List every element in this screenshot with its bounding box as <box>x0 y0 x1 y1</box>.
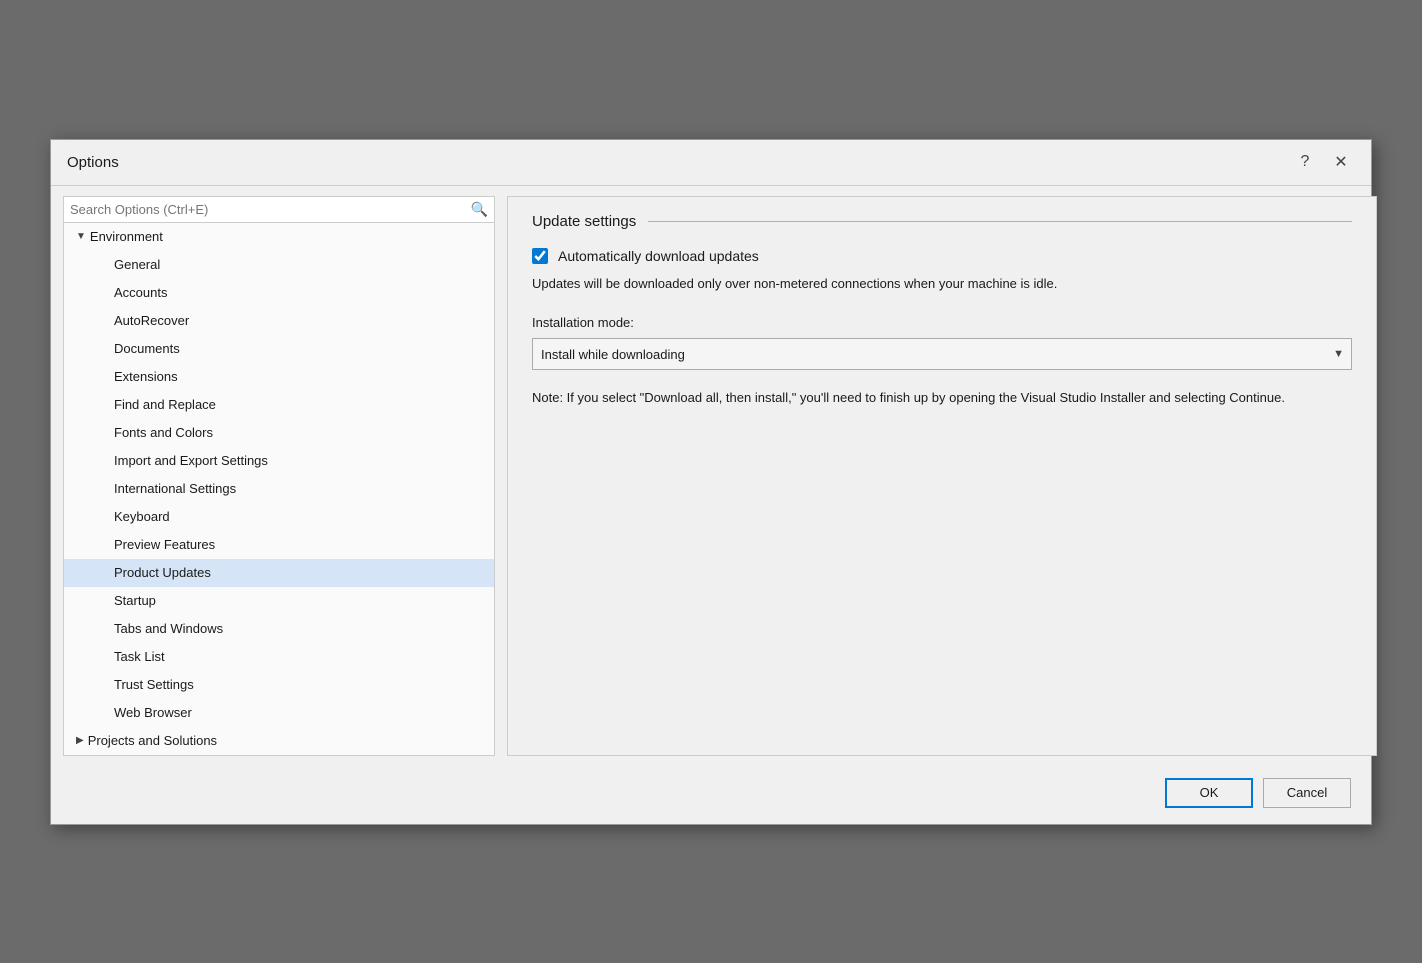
titlebar: Options ? ✕ <box>51 140 1371 186</box>
tree-arrow-environment: ▼ <box>76 231 86 242</box>
tree-item-keyboard[interactable]: Keyboard <box>64 503 494 531</box>
tree-label-startup: Startup <box>114 593 156 608</box>
tree-item-preview-features[interactable]: Preview Features <box>64 531 494 559</box>
tree-item-web-browser[interactable]: Web Browser <box>64 699 494 727</box>
checkbox-row: Automatically download updates <box>532 248 1352 264</box>
description-text: Updates will be downloaded only over non… <box>532 274 1352 294</box>
search-icon: 🔍 <box>471 201 488 218</box>
tree-label-general: General <box>114 257 160 272</box>
section-divider <box>648 221 1352 222</box>
dialog-title: Options <box>67 154 119 171</box>
tree-label-environment: Environment <box>90 229 163 244</box>
tree-area[interactable]: ▼ Environment General Accounts AutoRecover Do… <box>64 223 494 755</box>
help-button[interactable]: ? <box>1291 148 1319 176</box>
dropdown-wrap: Install while downloadingDownload all, t… <box>532 338 1352 370</box>
tree-item-environment[interactable]: ▼ Environment <box>64 223 494 251</box>
tree-item-projects-solutions[interactable]: ▶ Projects and Solutions <box>64 727 494 755</box>
tree-label-import-export: Import and Export Settings <box>114 453 268 468</box>
tree-scroll: ▼ Environment General Accounts AutoRecover Do… <box>64 223 494 755</box>
tree-label-find-replace: Find and Replace <box>114 397 216 412</box>
tree-label-extensions: Extensions <box>114 369 178 384</box>
tree-item-accounts[interactable]: Accounts <box>64 279 494 307</box>
tree-item-find-replace[interactable]: Find and Replace <box>64 391 494 419</box>
tree-item-documents[interactable]: Documents <box>64 335 494 363</box>
note-text: Note: If you select "Download all, then … <box>532 388 1352 409</box>
tree-label-documents: Documents <box>114 341 180 356</box>
tree-label-accounts: Accounts <box>114 285 167 300</box>
tree-label-tabs-windows: Tabs and Windows <box>114 621 223 636</box>
section-header: Update settings <box>532 213 1352 230</box>
close-button[interactable]: ✕ <box>1327 148 1355 176</box>
tree-item-autorecover[interactable]: AutoRecover <box>64 307 494 335</box>
section-title: Update settings <box>532 213 636 230</box>
tree-item-tabs-windows[interactable]: Tabs and Windows <box>64 615 494 643</box>
tree-label-keyboard: Keyboard <box>114 509 170 524</box>
tree-item-task-list[interactable]: Task List <box>64 643 494 671</box>
left-panel: 🔍 ▼ Environment General Accounts AutoRecover… <box>63 196 495 756</box>
tree-label-preview-features: Preview Features <box>114 537 215 552</box>
tree-label-projects-solutions: Projects and Solutions <box>88 733 217 748</box>
tree-item-international[interactable]: International Settings <box>64 475 494 503</box>
tree-label-web-browser: Web Browser <box>114 705 192 720</box>
tree-item-product-updates[interactable]: Product Updates <box>64 559 494 587</box>
installation-mode-dropdown[interactable]: Install while downloadingDownload all, t… <box>532 338 1352 370</box>
tree-item-extensions[interactable]: Extensions <box>64 363 494 391</box>
tree-item-startup[interactable]: Startup <box>64 587 494 615</box>
tree-label-fonts-colors: Fonts and Colors <box>114 425 213 440</box>
installation-mode-label: Installation mode: <box>532 315 1352 330</box>
tree-label-autorecover: AutoRecover <box>114 313 189 328</box>
tree-item-general[interactable]: General <box>64 251 494 279</box>
tree-item-import-export[interactable]: Import and Export Settings <box>64 447 494 475</box>
tree-arrow-projects-solutions: ▶ <box>76 735 84 746</box>
checkbox-label[interactable]: Automatically download updates <box>558 248 759 264</box>
auto-download-checkbox[interactable] <box>532 248 548 264</box>
tree-label-task-list: Task List <box>114 649 165 664</box>
right-panel: Update settings Automatically download u… <box>507 196 1377 756</box>
tree-label-international: International Settings <box>114 481 236 496</box>
dialog-body: 🔍 ▼ Environment General Accounts AutoRecover… <box>51 186 1371 766</box>
options-dialog: Options ? ✕ 🔍 ▼ Environment General Account… <box>50 139 1372 825</box>
titlebar-buttons: ? ✕ <box>1291 148 1355 176</box>
tree-label-trust-settings: Trust Settings <box>114 677 194 692</box>
ok-button[interactable]: OK <box>1165 778 1253 808</box>
tree-label-product-updates: Product Updates <box>114 565 211 580</box>
cancel-button[interactable]: Cancel <box>1263 778 1351 808</box>
tree-item-fonts-colors[interactable]: Fonts and Colors <box>64 419 494 447</box>
dialog-footer: OK Cancel <box>51 766 1371 824</box>
search-box: 🔍 <box>64 197 494 223</box>
search-input[interactable] <box>70 202 471 217</box>
tree-item-trust-settings[interactable]: Trust Settings <box>64 671 494 699</box>
